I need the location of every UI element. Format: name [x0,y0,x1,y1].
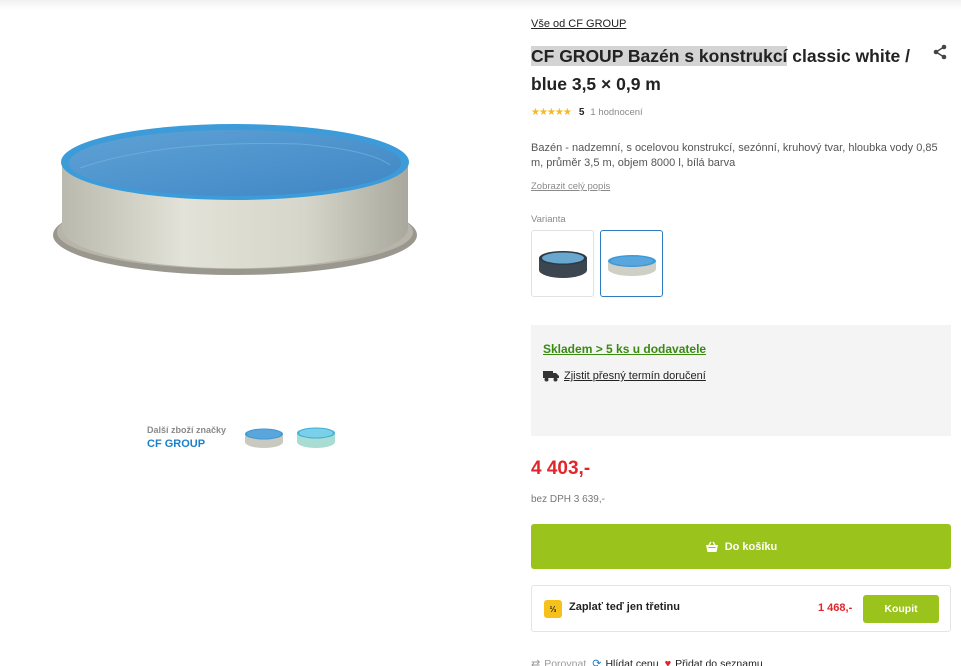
truck-icon [543,371,559,382]
rating-stars-icon: ★★★★★ [531,107,572,118]
brand-note: Další zboží značky [147,425,227,435]
show-full-description-link[interactable]: Zobrazit celý popis [531,181,610,192]
installment-box: ⅓ Zaplať teď jen třetinu 1 468,- Koupit [531,585,951,632]
delivery-info[interactable]: Zjistit přesný termín doručení [543,370,706,382]
basket-icon [705,540,718,552]
share-icon[interactable] [932,44,948,60]
gallery-thumbnail-2[interactable] [294,420,338,454]
product-image[interactable] [40,110,440,300]
stock-status[interactable]: Skladem > 5 ks u dodavatele [543,342,706,356]
heart-icon: ♥ [664,657,672,666]
rating-value: 5 [578,107,585,118]
price-without-vat: bez DPH 3 639,- [531,494,605,505]
rating-count[interactable]: 1 hodnocení [590,107,642,118]
add-to-cart-button[interactable]: Do košíku [531,524,951,569]
brand-block: Další zboží značky CF GROUP [147,425,226,450]
product-title-highlighted: CF GROUP Bazén s konstrukcí [531,46,788,66]
variant-dark-image [538,250,587,278]
installment-text: Zaplať teď jen třetinu [569,601,680,613]
availability-box: Skladem > 5 ks u dodavatele Zjistit přes… [531,325,951,436]
brand-all-link[interactable]: Vše od CF GROUP [531,18,626,30]
compare-link[interactable]: Porovnat [544,658,586,666]
variant-white-image [607,254,656,276]
product-description: Bazén - nadzemní, s ocelovou konstrukcí,… [531,142,938,169]
buy-installment-button[interactable]: Koupit [863,595,939,623]
variant-option-dark[interactable] [531,230,594,297]
gallery-thumbnail-1[interactable] [242,420,286,454]
wishlist-link[interactable]: Přidat do seznamu [675,658,763,666]
add-to-cart-label: Do košíku [724,540,778,553]
top-shadow [0,0,961,10]
variant-label: Varianta [531,214,566,225]
third-badge-icon: ⅓ [544,600,562,618]
installment-price: 1 468,- [818,602,853,614]
watch-price-link[interactable]: Hlídat cenu [605,658,658,666]
watch-price-icon: ⟳ [592,658,602,666]
compare-icon: ⇄ [531,658,541,666]
variant-option-white-blue[interactable] [600,230,663,297]
price: 4 403,- [531,458,591,479]
rating[interactable]: ★★★★★ 5 1 hodnocení [531,107,643,118]
product-title: CF GROUP Bazén s konstrukcí classic whit… [531,42,911,98]
delivery-link[interactable]: Zjistit přesný termín doručení [564,370,706,382]
brand-link[interactable]: CF GROUP [147,438,226,450]
bottom-actions: ⇄ Porovnat ⟳ Hlídat cenu ♥ Přidat do sez… [531,657,769,666]
